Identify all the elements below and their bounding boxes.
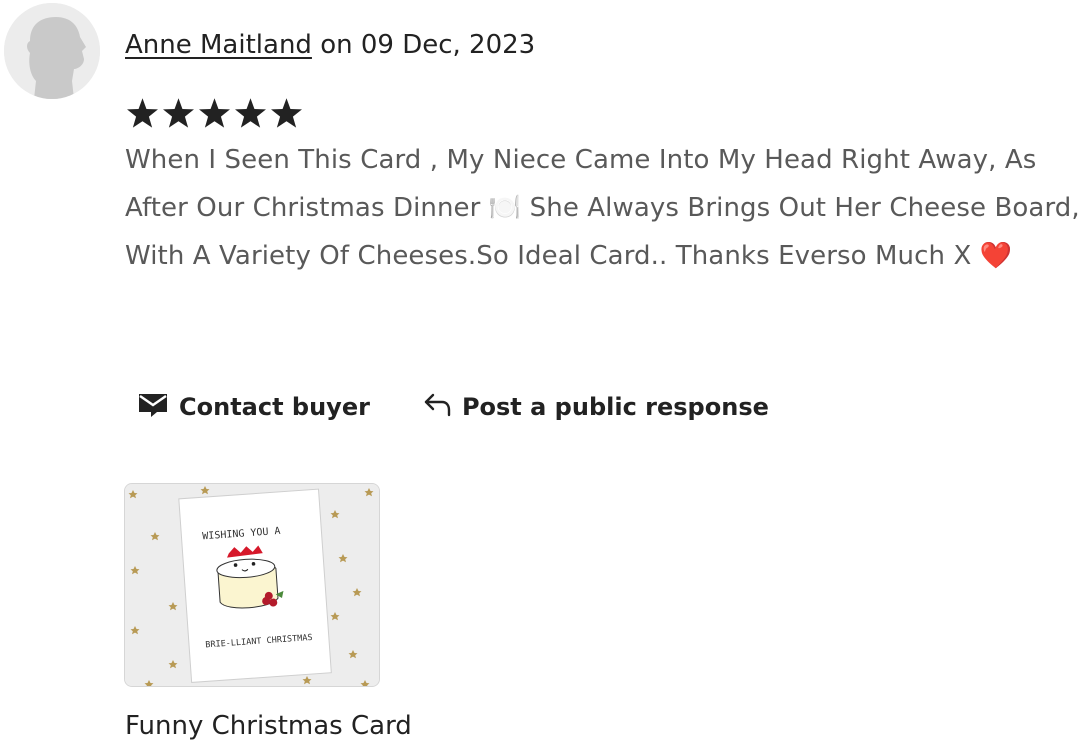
reviewer-name-link[interactable]: Anne Maitland bbox=[125, 30, 312, 60]
star-icon bbox=[127, 98, 158, 128]
item-title-link[interactable]: Funny Christmas Card bbox=[125, 706, 412, 746]
item-thumbnail[interactable]: WISHING YOU A BRIE-LLIANT CHRISTMAS bbox=[124, 483, 380, 687]
reviewer-avatar bbox=[4, 3, 100, 99]
review-text: When I Seen This Card , My Niece Came In… bbox=[125, 145, 1080, 271]
review-date: on 09 Dec, 2023 bbox=[311, 30, 536, 60]
star-icon bbox=[199, 98, 230, 128]
christmas-card-image: WISHING YOU A BRIE-LLIANT CHRISTMAS bbox=[125, 484, 379, 686]
post-public-response-label: Post a public response bbox=[461, 393, 769, 421]
contact-buyer-button[interactable]: Contact buyer bbox=[137, 390, 370, 424]
review-actions: Contact buyer Post a public response bbox=[137, 390, 769, 424]
post-public-response-button[interactable]: Post a public response bbox=[422, 391, 769, 423]
review-byline: Anne Maitland on 09 Dec, 2023 bbox=[125, 28, 1080, 62]
star-icon bbox=[235, 98, 266, 128]
review-header: Anne Maitland on 09 Dec, 2023 bbox=[125, 28, 1080, 62]
star-icon bbox=[163, 98, 194, 128]
default-user-icon bbox=[4, 3, 100, 99]
star-icon bbox=[271, 98, 302, 128]
contact-buyer-label: Contact buyer bbox=[179, 393, 370, 421]
reply-arrow-icon bbox=[422, 391, 452, 423]
star-rating bbox=[125, 96, 304, 131]
envelope-icon bbox=[137, 390, 169, 424]
